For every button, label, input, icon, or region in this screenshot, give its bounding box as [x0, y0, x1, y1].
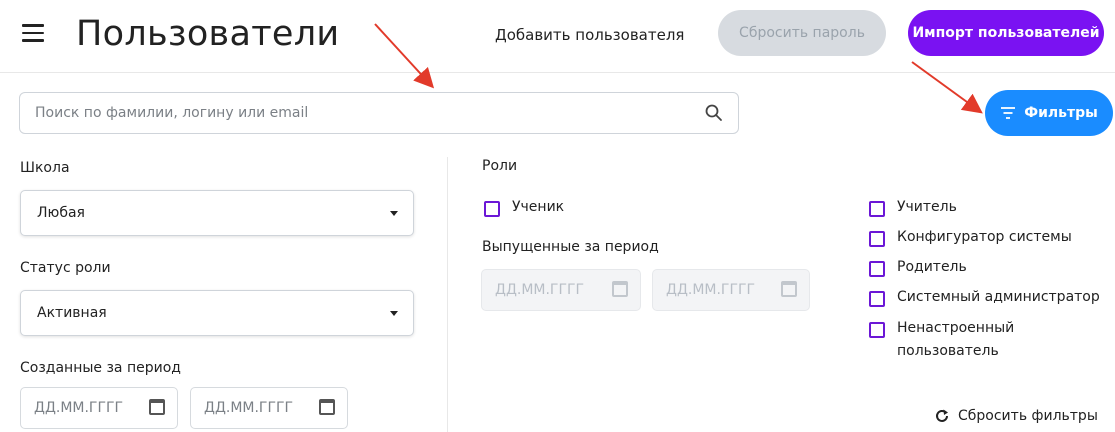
- annotation-arrow: [911, 61, 983, 114]
- annotation-arrows: [374, 23, 983, 114]
- annotation-arrow: [374, 23, 435, 89]
